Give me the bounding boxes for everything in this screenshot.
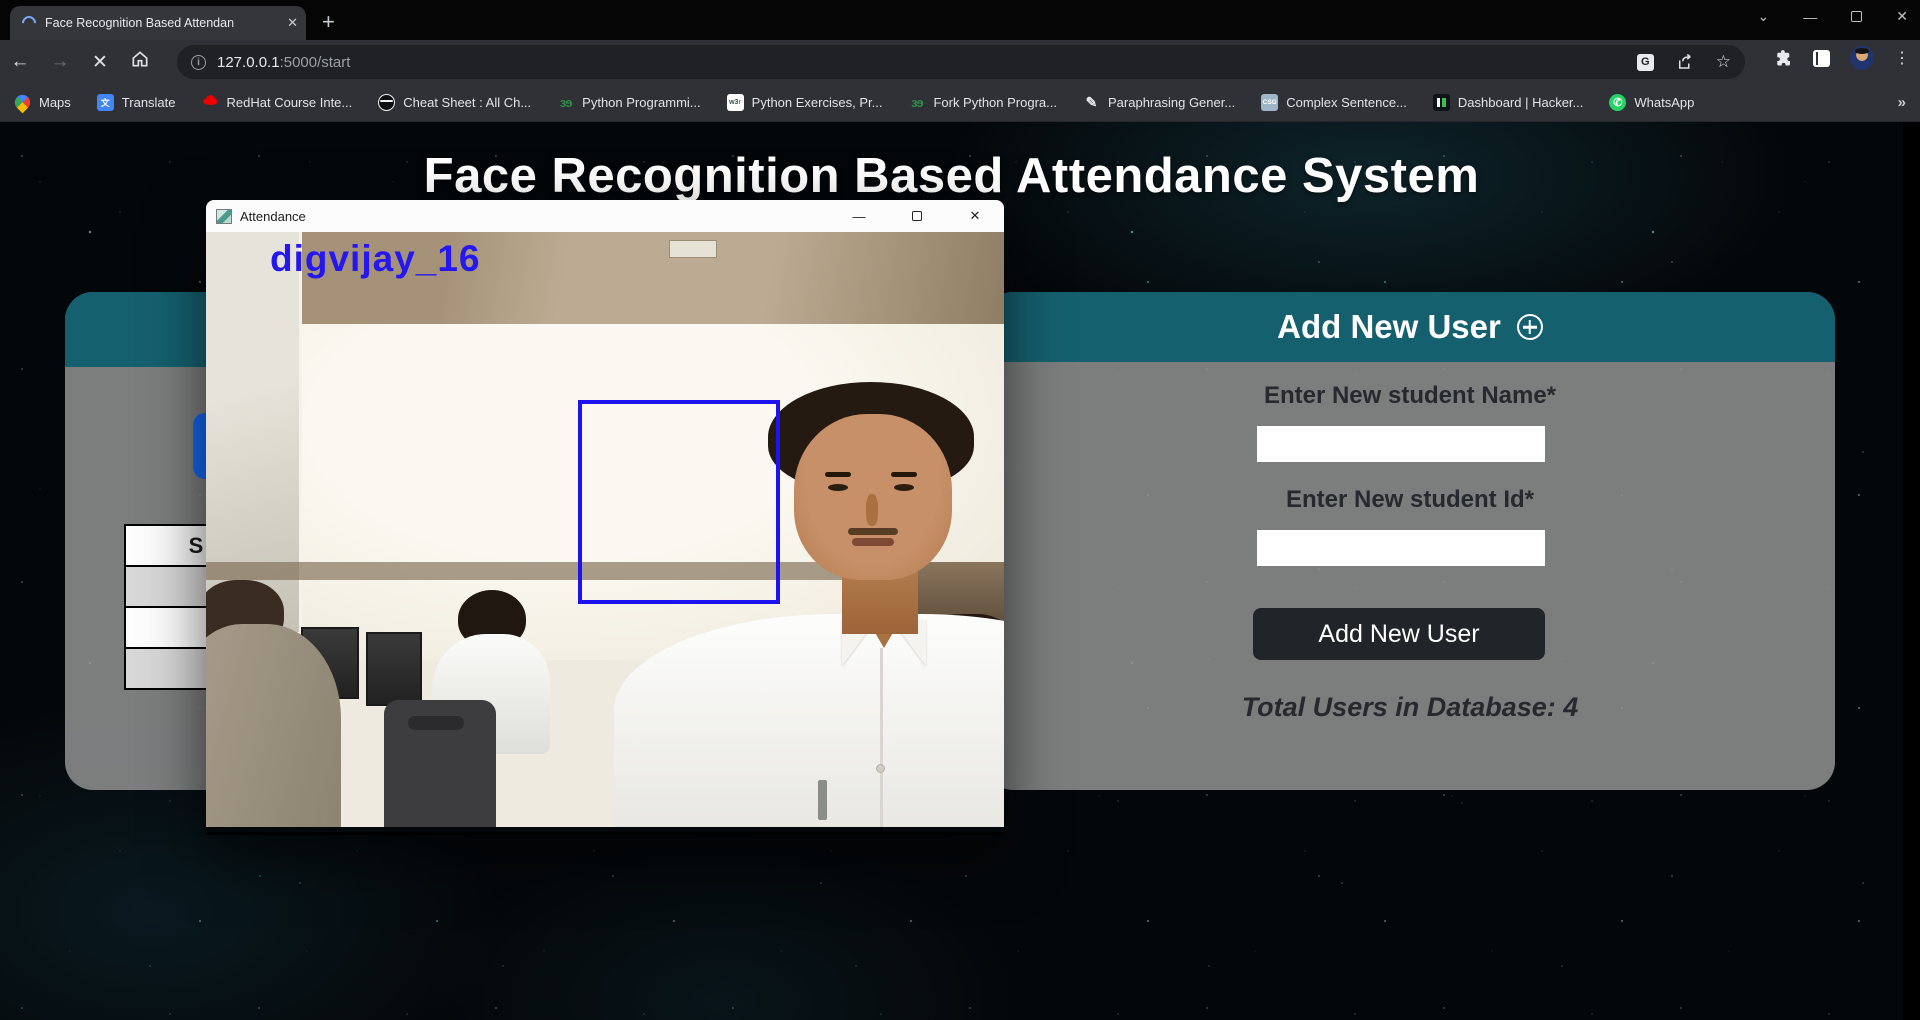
geeksforgeeks-icon: ɜɘ <box>557 94 574 111</box>
extensions-icon[interactable] <box>1775 49 1793 67</box>
video-bottom-edge <box>206 827 1004 832</box>
add-user-panel: Add New User Enter New student Name* Ent… <box>985 292 1835 790</box>
page-title: Face Recognition Based Attendance System <box>0 148 1903 204</box>
pen-icon: ✎ <box>1083 94 1100 111</box>
tab-close-icon[interactable]: ✕ <box>287 15 298 31</box>
cv-maximize-button[interactable] <box>888 200 946 232</box>
cv-window-app-icon <box>216 209 232 224</box>
bookmark-label: Python Programmi... <box>582 95 701 110</box>
address-bar[interactable]: i 127.0.0.1:5000/start G ☆ <box>177 45 1745 79</box>
browser-toolbar: ← → ✕ i 127.0.0.1:5000/start G ☆ ⋮ <box>0 40 1920 84</box>
subject-face <box>794 414 952 580</box>
bookmark-label: Cheat Sheet : All Ch... <box>403 95 531 110</box>
home-button[interactable] <box>120 49 160 75</box>
computer-monitor <box>366 632 422 706</box>
bookmark-cheatsheet[interactable]: Cheat Sheet : All Ch... <box>378 94 531 111</box>
bookmark-fork-python[interactable]: ɜɘ Fork Python Progra... <box>908 94 1057 111</box>
bookmark-label: Translate <box>122 95 176 110</box>
bookmark-complex-sentence[interactable]: CSG Complex Sentence... <box>1261 94 1407 111</box>
bookmark-label: Complex Sentence... <box>1286 95 1407 110</box>
profile-avatar[interactable] <box>1850 46 1874 70</box>
bookmark-python-programming[interactable]: ɜɘ Python Programmi... <box>557 94 701 111</box>
translate-icon: 文 <box>97 94 114 111</box>
bookmark-star-icon[interactable]: ☆ <box>1716 52 1731 72</box>
site-info-icon[interactable]: i <box>191 55 206 70</box>
bookmark-label: RedHat Course Inte... <box>227 95 353 110</box>
bookmark-translate[interactable]: 文 Translate <box>97 94 176 111</box>
student-id-label: Enter New student Id* <box>985 486 1835 514</box>
left-person <box>206 624 341 832</box>
cv-window-title: Attendance <box>240 209 306 224</box>
window-close-icon[interactable]: ✕ <box>1896 8 1908 25</box>
subject-shirt <box>614 614 1004 832</box>
bookmark-label: WhatsApp <box>1634 95 1694 110</box>
translate-page-icon[interactable]: G <box>1637 54 1654 71</box>
cv-minimize-button[interactable]: — <box>830 200 888 232</box>
office-chair <box>384 700 496 832</box>
w3resource-icon: w3r <box>727 94 744 111</box>
w3r-text: w3 <box>729 99 738 106</box>
bookmarks-overflow-chevron[interactable]: » <box>1898 94 1906 111</box>
add-user-header-text: Add New User <box>1277 308 1501 346</box>
tab-loading-spinner <box>19 13 39 33</box>
student-id-input[interactable] <box>1257 530 1545 566</box>
student-name-input[interactable] <box>1257 426 1545 462</box>
browser-menu-icon[interactable]: ⋮ <box>1894 48 1910 68</box>
redhat-icon <box>202 94 219 111</box>
cv-close-button[interactable]: ✕ <box>946 200 1004 232</box>
back-button[interactable]: ← <box>0 51 40 73</box>
whatsapp-icon: ✆ <box>1609 94 1626 111</box>
bookmark-redhat[interactable]: RedHat Course Inte... <box>202 94 353 111</box>
window-minimize-icon[interactable]: — <box>1803 9 1817 25</box>
student-name-label: Enter New student Name* <box>985 382 1835 410</box>
home-icon <box>130 49 150 69</box>
tab-title: Face Recognition Based Attendan <box>45 16 270 30</box>
new-tab-button[interactable]: + <box>322 8 335 36</box>
share-icon[interactable] <box>1676 53 1694 71</box>
bookmark-paraphrasing[interactable]: ✎ Paraphrasing Gener... <box>1083 94 1235 111</box>
globe-icon <box>378 94 395 111</box>
face-detection-box <box>578 400 780 604</box>
geeksforgeeks-icon: ɜɘ <box>908 94 925 111</box>
tab-search-chevron-icon[interactable]: ⌄ <box>1758 8 1770 25</box>
bookmark-maps[interactable]: Maps <box>14 94 71 111</box>
bookmark-label: Dashboard | Hacker... <box>1458 95 1584 110</box>
bookmarks-bar: Maps 文 Translate RedHat Course Inte... Ch… <box>0 84 1920 122</box>
tab-strip: Face Recognition Based Attendan ✕ + ⌄ — … <box>0 0 1920 40</box>
url-text: 127.0.0.1:5000/start <box>217 54 350 71</box>
csg-icon: CSG <box>1261 94 1278 111</box>
window-restore-icon[interactable] <box>1851 11 1862 22</box>
bookmark-label: Python Exercises, Pr... <box>752 95 883 110</box>
bookmark-whatsapp[interactable]: ✆ WhatsApp <box>1609 94 1694 111</box>
opencv-attendance-window[interactable]: Attendance — ✕ <box>206 200 1004 835</box>
side-panel-icon[interactable] <box>1813 50 1830 67</box>
bookmark-label: Fork Python Progra... <box>933 95 1057 110</box>
url-host: 127.0.0.1 <box>217 54 280 71</box>
recognized-name-label: digvijay_16 <box>270 238 481 280</box>
add-user-header: Add New User <box>985 292 1835 362</box>
maximize-icon <box>912 211 922 221</box>
webcam-feed: digvijay_16 <box>206 232 1004 832</box>
total-users-text: Total Users in Database: 4 <box>985 692 1835 723</box>
add-new-user-button[interactable]: Add New User <box>1253 608 1545 660</box>
bookmark-hackerrank[interactable]: Dashboard | Hacker... <box>1433 94 1584 111</box>
cv-window-titlebar[interactable]: Attendance — ✕ <box>206 200 1004 232</box>
bookmark-label: Paraphrasing Gener... <box>1108 95 1235 110</box>
forward-button[interactable]: → <box>40 51 80 73</box>
stop-loading-button[interactable]: ✕ <box>80 51 120 74</box>
maps-pin-icon <box>12 92 34 114</box>
bookmark-label: Maps <box>39 95 71 110</box>
hackerrank-icon <box>1433 94 1450 111</box>
browser-tab[interactable]: Face Recognition Based Attendan ✕ <box>10 6 306 40</box>
shirt-pen <box>818 780 827 820</box>
w3r-text-accent: r <box>738 99 741 106</box>
add-user-plus-icon <box>1517 314 1543 340</box>
url-path: :5000/start <box>280 54 351 71</box>
bookmark-python-exercises[interactable]: w3r Python Exercises, Pr... <box>727 94 883 111</box>
